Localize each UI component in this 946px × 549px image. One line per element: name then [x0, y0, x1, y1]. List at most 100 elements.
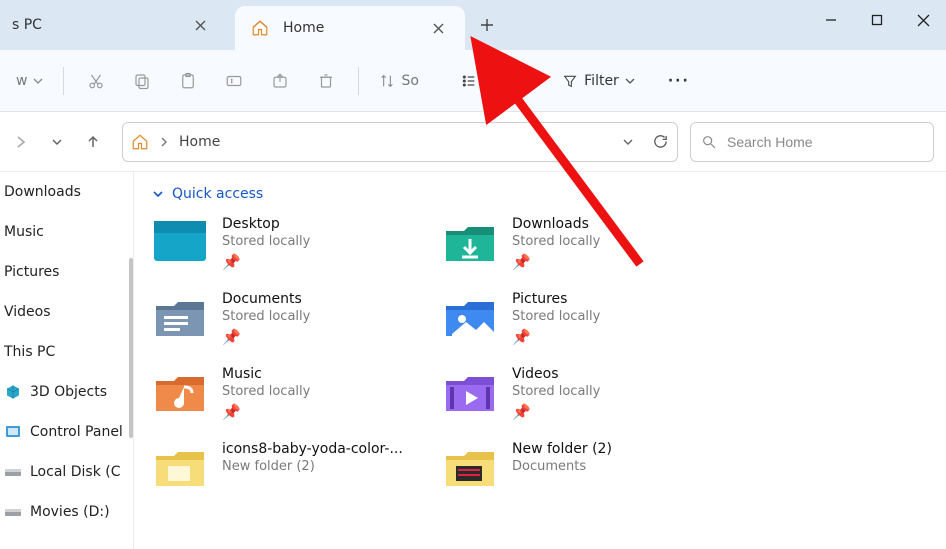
item-sub: Stored locally — [512, 234, 600, 249]
sidebar-item-controlpanel[interactable]: Control Panel — [0, 412, 133, 452]
more-button[interactable]: ··· — [659, 61, 699, 101]
paste-button[interactable] — [168, 61, 208, 101]
close-window-button[interactable] — [900, 0, 946, 40]
address-dropdown-icon[interactable] — [622, 136, 634, 148]
item-title: Music — [222, 366, 310, 382]
toolbar-separator — [63, 67, 64, 95]
group-quick-access[interactable]: Quick access — [152, 186, 928, 202]
sidebar-item-label: Control Panel — [30, 424, 123, 440]
item-title: New folder (2) — [512, 441, 612, 457]
cut-button[interactable] — [76, 61, 116, 101]
item-title: Documents — [222, 291, 310, 307]
sidebar-item-pictures[interactable]: Pictures — [0, 252, 133, 292]
close-tab-icon[interactable] — [427, 17, 449, 39]
item-desktop[interactable]: Desktop Stored locally 📌 — [152, 216, 432, 271]
sidebar-item-3dobjects[interactable]: 3D Objects — [0, 372, 133, 412]
sidebar-item-label: Music — [4, 224, 44, 240]
toolbar-separator — [358, 67, 359, 95]
sidebar-item-label: Movies (D:) — [30, 504, 110, 520]
titlebar: s PC Home — [0, 0, 946, 50]
search-icon — [701, 134, 717, 150]
breadcrumb-home[interactable]: Home — [179, 134, 220, 150]
filter-label: Filter — [584, 73, 619, 89]
sort-menu-button[interactable]: So — [371, 61, 426, 101]
rename-button[interactable] — [214, 61, 254, 101]
item-new-folder-2[interactable]: New folder (2) Documents — [442, 441, 722, 491]
chevron-down-icon — [152, 188, 164, 200]
share-button[interactable] — [260, 61, 300, 101]
item-music[interactable]: Music Stored locally 📌 — [152, 366, 432, 421]
forward-button[interactable] — [4, 125, 38, 159]
new-menu-button[interactable]: w — [8, 61, 51, 101]
sidebar-item-label: 3D Objects — [30, 384, 107, 400]
new-tab-button[interactable] — [465, 0, 509, 50]
maximize-button[interactable] — [854, 0, 900, 40]
chevron-right-icon[interactable] — [159, 137, 169, 147]
address-bar[interactable]: Home — [122, 122, 678, 162]
item-title: Desktop — [222, 216, 310, 232]
sidebar-item-music[interactable]: Music — [0, 212, 133, 252]
item-videos[interactable]: Videos Stored locally 📌 — [442, 366, 722, 421]
search-input[interactable] — [727, 134, 923, 150]
delete-button[interactable] — [306, 61, 346, 101]
pin-icon: 📌 — [512, 403, 600, 421]
copy-button[interactable] — [122, 61, 162, 101]
tab-thispc[interactable]: s PC — [0, 0, 235, 50]
documents-icon — [152, 291, 208, 341]
sidebar-item-label: Local Disk (C — [30, 464, 121, 480]
refresh-button[interactable] — [652, 133, 669, 150]
new-label: w — [16, 73, 27, 89]
item-title: icons8-baby-yoda-color-... — [222, 441, 403, 457]
drive-icon — [4, 503, 22, 521]
search-box[interactable] — [690, 122, 934, 162]
pin-icon: 📌 — [222, 403, 310, 421]
nav-buttons — [0, 125, 110, 159]
item-yoda-folder[interactable]: icons8-baby-yoda-color-... New folder (2… — [152, 441, 432, 491]
sidebar-scrollbar[interactable] — [129, 258, 133, 438]
videos-icon — [442, 366, 498, 416]
home-icon — [131, 133, 149, 151]
control-panel-icon — [4, 423, 22, 441]
item-sub: New folder (2) — [222, 459, 403, 474]
sidebar-item-downloads[interactable]: Downloads — [0, 172, 133, 212]
item-documents[interactable]: Documents Stored locally 📌 — [152, 291, 432, 346]
window-controls — [808, 0, 946, 40]
sidebar-item-movies-d[interactable]: Movies (D:) — [0, 492, 133, 532]
close-tab-icon[interactable] — [189, 14, 211, 36]
sort-label: So — [401, 73, 418, 89]
desktop-icon — [152, 216, 208, 266]
item-downloads[interactable]: Downloads Stored locally 📌 — [442, 216, 722, 271]
cube-icon — [4, 383, 22, 401]
item-sub: Stored locally — [222, 384, 310, 399]
view-menu-button[interactable]: View — [453, 61, 540, 101]
drive-icon — [4, 463, 22, 481]
toolbar: w So View Filter ··· — [0, 50, 946, 112]
address-row: Home — [0, 112, 946, 172]
sidebar-item-label: Pictures — [4, 264, 59, 280]
item-sub: Stored locally — [512, 309, 600, 324]
sidebar-item-videos[interactable]: Videos — [0, 292, 133, 332]
sidebar-item-thispc[interactable]: This PC — [0, 332, 133, 372]
folder-icon — [152, 441, 208, 491]
filter-menu-button[interactable]: Filter — [554, 61, 643, 101]
view-label: View — [483, 73, 516, 89]
pictures-icon — [442, 291, 498, 341]
item-title: Downloads — [512, 216, 600, 232]
sidebar-item-localdisk-c[interactable]: Local Disk (C — [0, 452, 133, 492]
sidebar: Downloads Music Pictures Videos This PC … — [0, 172, 134, 549]
sidebar-item-label: Videos — [4, 304, 51, 320]
pin-icon: 📌 — [222, 253, 310, 271]
downloads-icon — [442, 216, 498, 266]
item-pictures[interactable]: Pictures Stored locally 📌 — [442, 291, 722, 346]
pin-icon: 📌 — [512, 328, 600, 346]
tab-home[interactable]: Home — [235, 6, 465, 50]
item-title: Pictures — [512, 291, 600, 307]
sidebar-item-label: This PC — [4, 344, 55, 360]
tab-home-title: Home — [283, 20, 341, 36]
up-button[interactable] — [76, 125, 110, 159]
item-sub: Stored locally — [222, 234, 310, 249]
item-sub: Stored locally — [512, 384, 600, 399]
item-sub: Stored locally — [222, 309, 310, 324]
recent-dropdown-button[interactable] — [40, 125, 74, 159]
minimize-button[interactable] — [808, 0, 854, 40]
